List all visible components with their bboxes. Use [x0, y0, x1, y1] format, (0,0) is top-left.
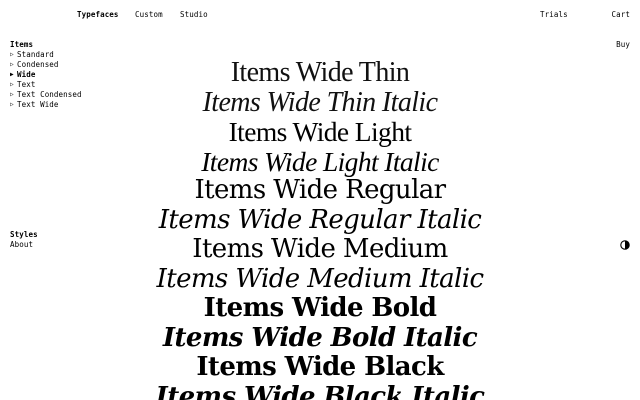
- nav-typefaces[interactable]: Typefaces: [77, 10, 119, 20]
- specimen-line-medium[interactable]: Items Wide Medium: [0, 234, 640, 265]
- buy-button[interactable]: Buy: [616, 40, 630, 50]
- specimen-line-black-italic[interactable]: Items Wide Black Italic: [0, 382, 640, 400]
- specimen-line-regular[interactable]: Items Wide Regular: [0, 175, 640, 206]
- specimen-line-regular-italic[interactable]: Items Wide Regular Italic: [0, 205, 640, 236]
- specimen-line-thin-italic[interactable]: Items Wide Thin Italic: [0, 87, 640, 118]
- nav-cart[interactable]: Cart: [612, 10, 630, 20]
- family-heading: Items: [10, 40, 34, 49]
- type-specimen: Items Wide Thin Items Wide Thin Italic I…: [0, 58, 640, 400]
- specimen-line-light[interactable]: Items Wide Light: [0, 117, 640, 147]
- nav-trials[interactable]: Trials: [540, 10, 568, 20]
- specimen-line-medium-italic[interactable]: Items Wide Medium Italic: [0, 264, 640, 295]
- nav-custom[interactable]: Custom: [135, 10, 163, 20]
- nav-studio[interactable]: Studio: [180, 10, 208, 20]
- specimen-line-light-italic[interactable]: Items Wide Light Italic: [0, 146, 640, 177]
- specimen-line-bold[interactable]: Items Wide Bold: [0, 293, 640, 324]
- specimen-line-black[interactable]: Items Wide Black: [0, 352, 640, 383]
- specimen-line-bold-italic[interactable]: Items Wide Bold Italic: [0, 323, 640, 354]
- specimen-line-thin[interactable]: Items Wide Thin: [0, 58, 640, 88]
